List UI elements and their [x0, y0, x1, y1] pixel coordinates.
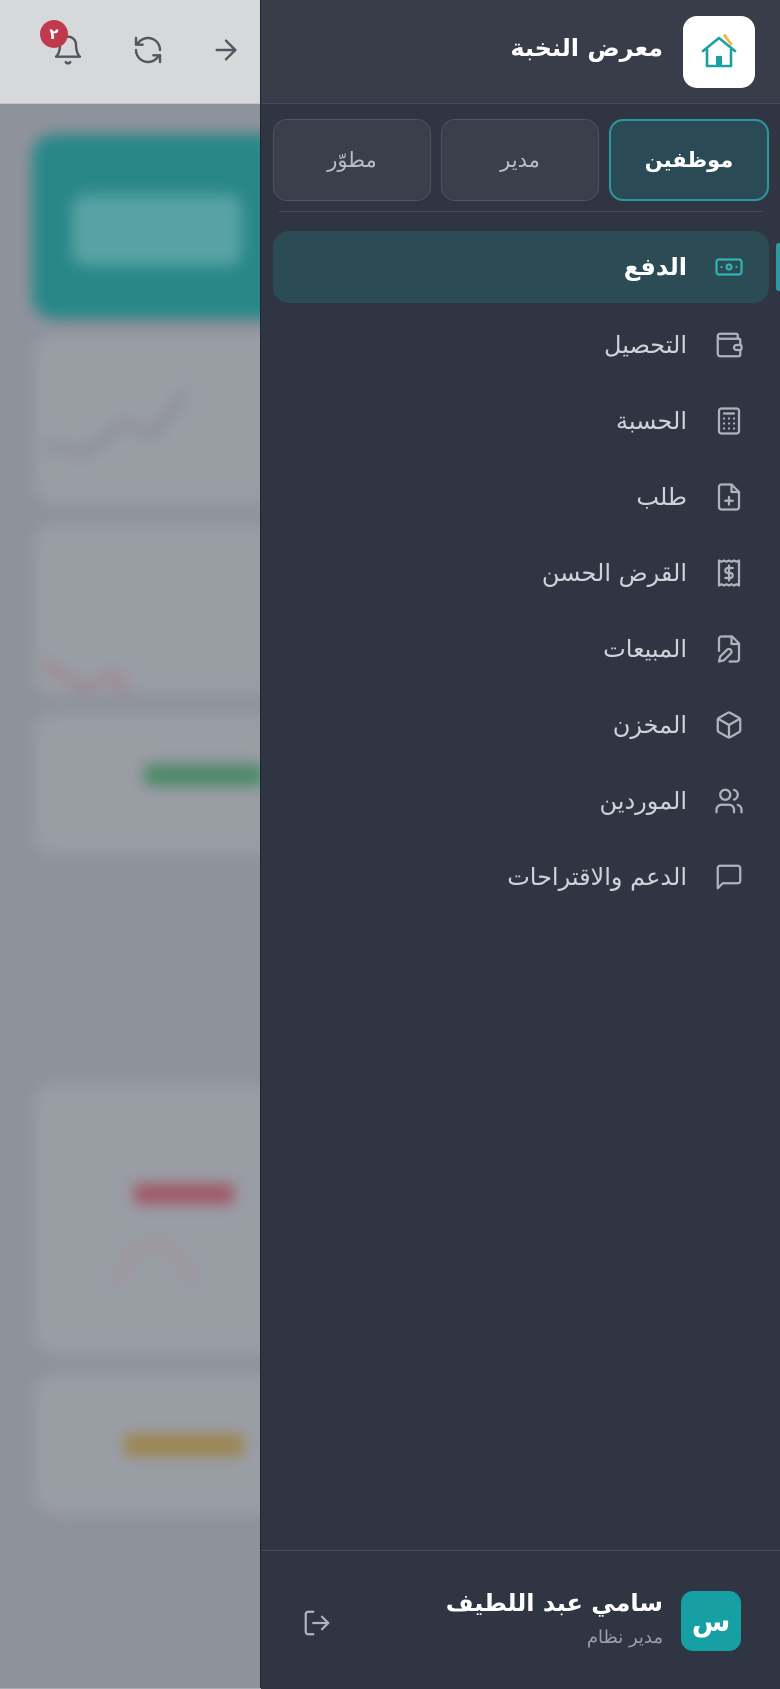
receipt-dollar-icon [707, 551, 751, 595]
role-tabs: موظفين مدير مطوّر [273, 119, 769, 201]
file-plus-icon [707, 475, 751, 519]
box-icon [707, 703, 751, 747]
menu-item-calculation[interactable]: الحسبة [273, 383, 769, 459]
drawer-menu: الدفع التحصيل الحسبة طلب القرض الحسن الم… [261, 231, 780, 915]
calculator-icon [707, 399, 751, 443]
menu-label: الحسبة [616, 407, 687, 435]
menu-item-support[interactable]: الدعم والاقتراحات [273, 839, 769, 915]
drawer-header: معرض النخبة [261, 0, 780, 104]
menu-item-warehouse[interactable]: المخزن [273, 687, 769, 763]
menu-label: الموردين [599, 787, 687, 815]
users-icon [707, 779, 751, 823]
navigation-drawer: معرض النخبة موظفين مدير مطوّر الدفع التح… [260, 0, 780, 1689]
house-logo-icon [701, 34, 737, 68]
tab-manager[interactable]: مدير [441, 119, 599, 201]
menu-label: الدعم والاقتراحات [507, 863, 687, 891]
menu-label: القرض الحسن [541, 559, 687, 587]
tab-employees[interactable]: موظفين [609, 119, 769, 201]
overlay-scrim[interactable] [0, 0, 260, 1688]
menu-item-goodwill-loan[interactable]: القرض الحسن [273, 535, 769, 611]
tab-developer[interactable]: مطوّر [273, 119, 431, 201]
logout-button[interactable] [295, 1601, 339, 1645]
menu-item-collection[interactable]: التحصيل [273, 307, 769, 383]
user-panel: س سامي عبد اللطيف مدير نظام [261, 1550, 780, 1689]
divider [279, 211, 763, 212]
message-icon [707, 855, 751, 899]
menu-label: طلب [636, 483, 687, 511]
wallet-icon [707, 323, 751, 367]
user-role: مدير نظام [586, 1627, 663, 1648]
menu-item-request[interactable]: طلب [273, 459, 769, 535]
cash-icon [707, 245, 751, 289]
brand-logo [683, 16, 755, 88]
user-name: سامي عبد اللطيف [445, 1589, 663, 1617]
logout-icon [304, 1610, 330, 1636]
menu-item-sales[interactable]: المبيعات [273, 611, 769, 687]
menu-label: الدفع [623, 253, 687, 281]
menu-label: المبيعات [603, 635, 687, 663]
brand-name: معرض النخبة [510, 34, 663, 62]
menu-label: التحصيل [604, 331, 687, 359]
notification-badge: ٢ [40, 20, 68, 48]
file-edit-icon [707, 627, 751, 671]
menu-label: المخزن [612, 711, 687, 739]
avatar[interactable]: س [681, 1591, 741, 1651]
menu-item-suppliers[interactable]: الموردين [273, 763, 769, 839]
menu-item-payment[interactable]: الدفع [273, 231, 780, 303]
